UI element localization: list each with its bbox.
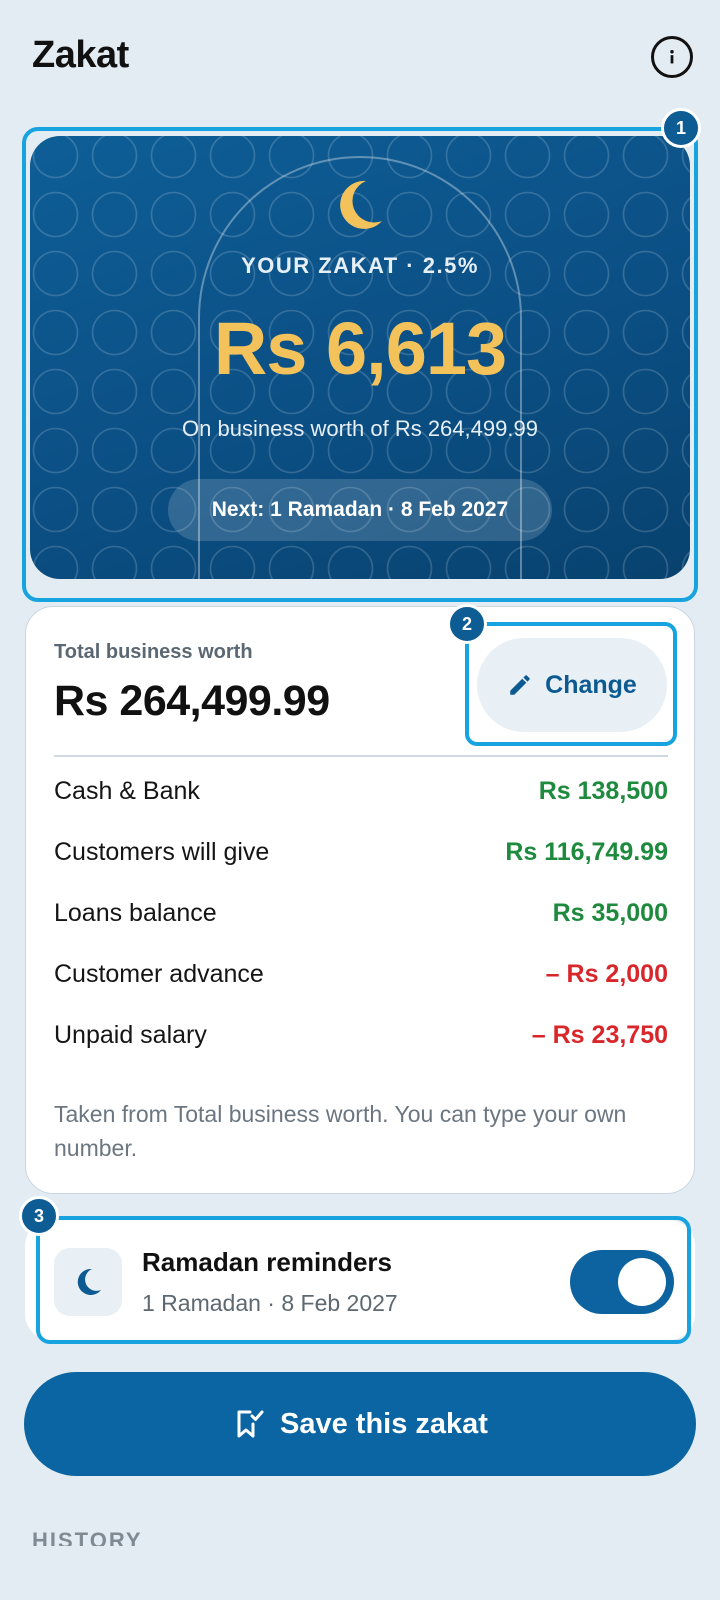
row-label: Unpaid salary — [54, 1020, 207, 1049]
row-label: Loans balance — [54, 898, 217, 927]
breakdown-row: Customer advance – Rs 2,000 — [54, 954, 668, 994]
bookmark-check-icon — [237, 1410, 264, 1438]
save-button-label: Save this zakat — [280, 1407, 488, 1440]
divider — [54, 755, 668, 757]
row-label: Cash & Bank — [54, 776, 200, 805]
breakdown-row: Loans balance Rs 35,000 — [54, 893, 668, 933]
step-badge-3: 3 — [19, 1196, 59, 1236]
highlight-frame-2 — [465, 622, 677, 746]
breakdown-row: Cash & Bank Rs 138,500 — [54, 771, 668, 811]
row-value: Rs 35,000 — [552, 898, 668, 927]
step-badge-2: 2 — [447, 604, 487, 644]
row-value: – Rs 2,000 — [545, 959, 668, 988]
history-heading: HISTORY — [32, 1528, 143, 1546]
row-value: – Rs 23,750 — [531, 1020, 668, 1049]
worth-label: Total business worth — [54, 641, 253, 663]
highlight-frame-1 — [22, 127, 698, 602]
worth-note: Taken from Total business worth. You can… — [54, 1101, 627, 1161]
page-title: Zakat — [32, 34, 129, 76]
row-label: Customer advance — [54, 959, 264, 988]
breakdown-row: Unpaid salary – Rs 23,750 — [54, 1015, 668, 1055]
app-header: Zakat — [0, 0, 720, 120]
highlight-frame-3 — [36, 1216, 691, 1344]
step-badge-1: 1 — [661, 108, 701, 148]
save-zakat-button[interactable]: Save this zakat — [24, 1372, 696, 1476]
breakdown-row: Customers will give Rs 116,749.99 — [54, 832, 668, 872]
info-icon[interactable] — [651, 36, 693, 78]
row-label: Customers will give — [54, 837, 270, 866]
row-value: Rs 138,500 — [538, 776, 668, 805]
worth-value: Rs 264,499.99 — [54, 677, 330, 725]
row-value: Rs 116,749.99 — [505, 837, 668, 866]
